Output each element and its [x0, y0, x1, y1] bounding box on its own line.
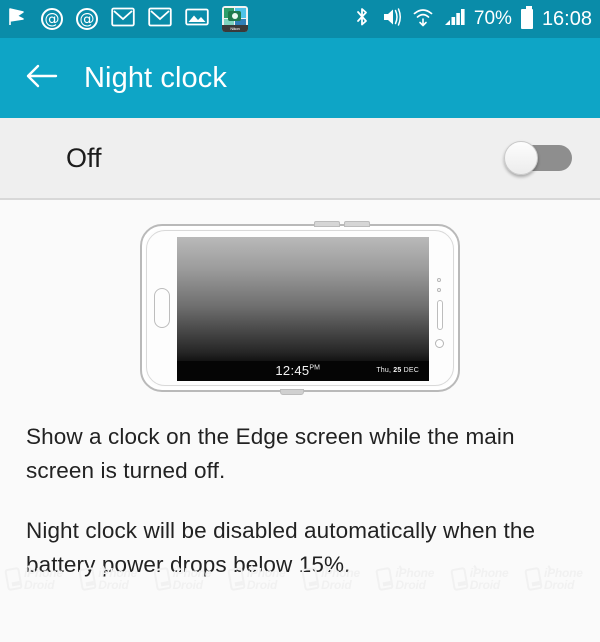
status-bar-clock: 16:08 [541, 7, 592, 30]
edge-night-clock-bar: 12:45PM Thu, 25 DEC [177, 360, 429, 381]
description-paragraph-1: Show a clock on the Edge screen while th… [26, 424, 515, 483]
description-block: Show a clock on the Edge screen while th… [0, 420, 600, 582]
back-arrow-icon [25, 62, 59, 95]
back-button[interactable] [14, 50, 70, 106]
flag-icon [6, 6, 28, 33]
night-clock-time: 12:45PM [275, 363, 320, 378]
nikon-camera-icon: Nikon [222, 6, 248, 32]
night-clock-toggle-row[interactable]: Off [0, 118, 600, 200]
page-title: Night clock [84, 61, 227, 94]
system-status-icons: 70% 16:08 [354, 6, 592, 33]
phone-top-button [344, 220, 370, 227]
battery-icon [520, 6, 533, 29]
phone-top-button [314, 220, 340, 227]
status-bar: @ @ Nikon 70% 16:08 [0, 0, 600, 38]
illustration-area: 12:45PM Thu, 25 DEC [0, 200, 600, 415]
phone-sensor-dot [437, 287, 441, 292]
phone-bottom-button [280, 388, 304, 395]
battery-percent-label: 70% [473, 8, 512, 29]
email-at-icon: @ [41, 8, 63, 30]
phone-home-button [154, 287, 170, 328]
phone-sensor-dot [437, 277, 441, 282]
switch-knob [504, 141, 538, 175]
phone-screen: 12:45PM Thu, 25 DEC [177, 236, 429, 381]
wifi-icon [412, 6, 434, 33]
night-clock-switch[interactable] [504, 141, 572, 175]
bluetooth-icon [354, 6, 370, 33]
description-paragraph-2: Night clock will be disabled automatical… [26, 518, 536, 577]
toggle-state-label: Off [66, 142, 102, 173]
night-clock-date: Thu, 25 DEC [376, 367, 419, 374]
phone-earpiece-slot [437, 299, 443, 330]
phone-camera-icon [435, 338, 444, 348]
gmail-icon [148, 7, 172, 32]
notification-icons: @ @ Nikon [6, 6, 354, 33]
phone-illustration: 12:45PM Thu, 25 DEC [140, 220, 460, 395]
signal-icon [443, 7, 465, 32]
app-bar: Night clock [0, 38, 600, 118]
mute-icon [379, 6, 403, 33]
email-at-icon: @ [76, 8, 98, 30]
nikon-label: Nikon [222, 25, 248, 32]
gmail-icon [111, 7, 135, 32]
night-clock-settings-screen: @ @ Nikon 70% 16:08 Night clock Off 12:4… [0, 0, 600, 642]
gallery-image-icon [185, 7, 209, 32]
